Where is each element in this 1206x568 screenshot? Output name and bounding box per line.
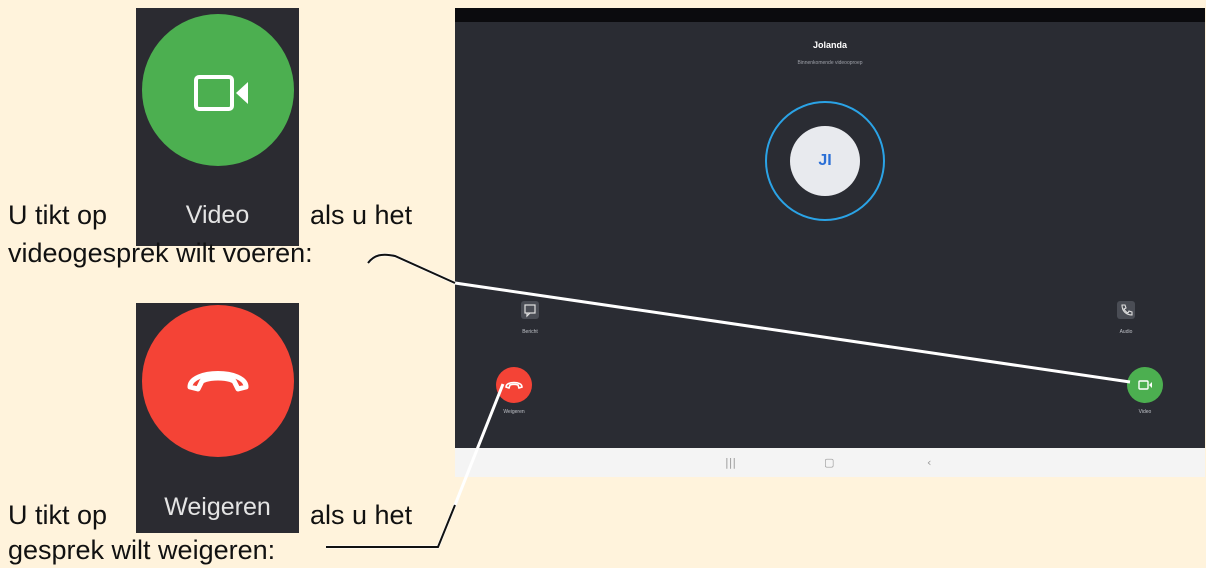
decline-instruction-line1-prefix: U tikt op	[8, 500, 108, 530]
caller-subtitle: Binnenkomende videooproep	[797, 60, 863, 66]
message-button[interactable]	[521, 301, 539, 319]
tutorial-page: Video U tikt op als u het videogesprek w…	[0, 0, 1206, 565]
decline-call-label: Weigeren	[503, 409, 525, 415]
message-icon	[524, 304, 536, 318]
recent-apps-icon[interactable]: |||	[725, 456, 736, 469]
phone-hangup-icon	[505, 381, 523, 390]
phone-hangup-icon	[187, 371, 249, 392]
decline-instruction-line1-suffix: als u het	[310, 500, 413, 530]
video-camera-icon	[1138, 380, 1152, 390]
video-instruction-line1-suffix: als u het	[310, 200, 413, 230]
back-icon[interactable]: ‹	[927, 456, 931, 469]
navigation-bar: ||| ▢ ‹	[455, 448, 1205, 477]
decline-instruction-line2: gesprek wilt weigeren:	[8, 535, 276, 565]
decline-tile: Weigeren	[136, 303, 299, 533]
avatar: JI	[790, 126, 860, 196]
audio-label: Audio	[1119, 329, 1133, 335]
video-camera-icon	[194, 75, 248, 111]
audio-button[interactable]	[1117, 301, 1135, 319]
decline-call-button[interactable]	[496, 367, 532, 403]
incoming-call-screen: Jolanda Binnenkomende videooproep JI Ber…	[455, 8, 1205, 448]
video-instruction-line2: videogesprek wilt voeren:	[8, 238, 313, 268]
decline-tile-label: Weigeren	[164, 493, 271, 521]
phone-icon	[1121, 304, 1133, 316]
video-call-label: Video	[1138, 409, 1152, 415]
video-instruction-line1-prefix: U tikt op	[8, 200, 108, 230]
video-tile-label: Video	[185, 201, 250, 229]
message-label: Bericht	[522, 329, 538, 335]
caller-name: Jolanda	[812, 40, 847, 50]
status-bar	[455, 8, 1205, 22]
home-icon[interactable]: ▢	[824, 456, 834, 469]
video-call-button[interactable]	[1127, 367, 1163, 403]
call-screenshot: Jolanda Binnenkomende videooproep JI Ber…	[455, 8, 1205, 477]
video-tile: Video	[136, 8, 299, 246]
